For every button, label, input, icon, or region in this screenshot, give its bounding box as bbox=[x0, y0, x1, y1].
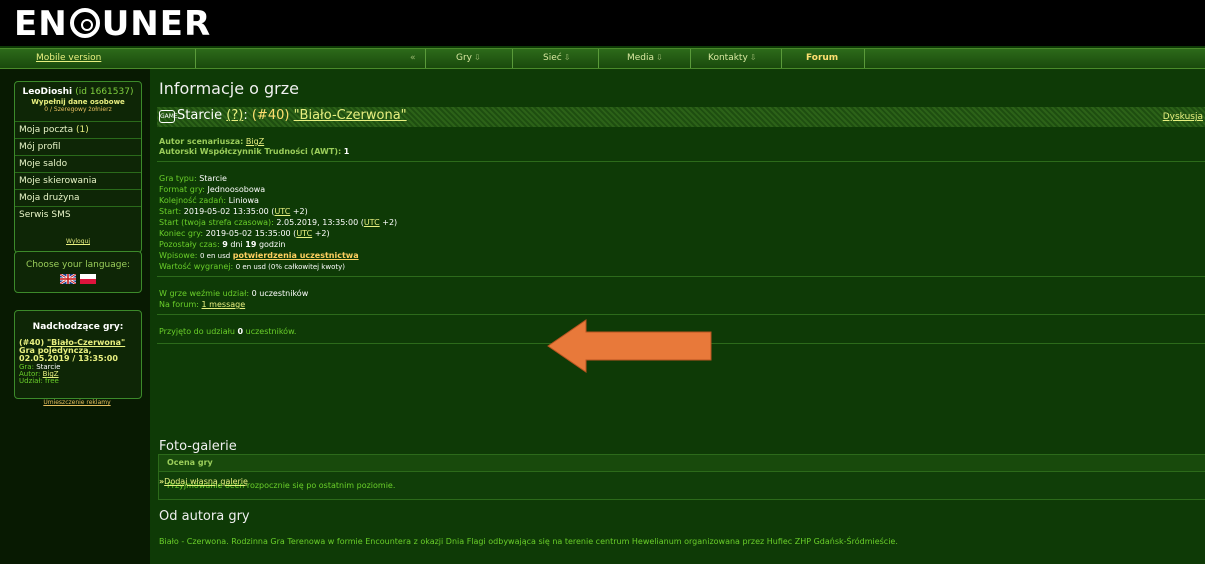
add-gallery-link[interactable]: Dodaj własną galerię bbox=[164, 477, 248, 486]
nav-item-siec[interactable]: Sieć ⇩ bbox=[543, 53, 570, 63]
dropdown-icon: ⇩ bbox=[749, 53, 757, 62]
main-content: Informacje o grze GAME Starcie (?): (#40… bbox=[150, 69, 1205, 564]
annotation-arrow-icon bbox=[547, 319, 712, 373]
utc-link[interactable]: UTC bbox=[364, 218, 380, 227]
nav-separator bbox=[690, 49, 691, 68]
mobile-version-link[interactable]: Mobile version bbox=[36, 53, 101, 63]
divider bbox=[157, 276, 1205, 277]
nav-item-kontakty[interactable]: Kontakty ⇩ bbox=[708, 53, 756, 63]
awt-value: Autorski Współczynnik Trudności (AWT): 1 bbox=[159, 147, 350, 156]
pl-flag-icon[interactable] bbox=[80, 274, 96, 284]
collapse-nav-icon[interactable]: « bbox=[410, 53, 416, 63]
remaining-time: Pozostały czas: 9 dni 19 godzin bbox=[159, 240, 286, 249]
language-label: Choose your language: bbox=[25, 260, 131, 270]
username[interactable]: LeoDioshi (id 1661537) bbox=[15, 87, 141, 97]
dropdown-icon: ⇩ bbox=[563, 53, 571, 62]
sidebar: LeoDioshi (id 1661537) Wypełnij dane oso… bbox=[0, 69, 150, 564]
upcoming-title: Nadchodzące gry: bbox=[32, 322, 124, 332]
page-title: Informacje o grze bbox=[159, 79, 299, 98]
language-panel: Choose your language: bbox=[14, 251, 142, 293]
gallery-title: Foto-galerie bbox=[159, 439, 237, 454]
fill-personal-data-link[interactable]: Wypełnij dane osobowe bbox=[15, 98, 141, 106]
game-title-bar: GAME Starcie (?): (#40) "Biało-Czerwona"… bbox=[157, 107, 1205, 127]
sidebar-item-team[interactable]: Moja drużyna bbox=[15, 189, 141, 205]
forum-messages: Na forum: 1 message bbox=[159, 300, 246, 309]
divider bbox=[157, 314, 1205, 315]
utc-link[interactable]: UTC bbox=[296, 229, 312, 238]
sidebar-item-mail[interactable]: Moja poczta (1) bbox=[15, 121, 141, 137]
accepted-participants: Przyjęto do udziału 0 uczestników. bbox=[159, 327, 297, 336]
forum-message-link[interactable]: 1 message bbox=[202, 300, 246, 309]
upcoming-games-panel: Nadchodzące gry: (#40) "Biało-Czerwona" … bbox=[14, 310, 142, 399]
sidebar-item-referrals[interactable]: Moje skierowania bbox=[15, 172, 141, 188]
game-type: Gra typu: Starcie bbox=[159, 174, 227, 183]
main-navigation: Mobile version « Gry ⇩ Sieć ⇩ Media ⇩ Konta… bbox=[0, 48, 1205, 69]
author-section-title: Od autora gry bbox=[159, 509, 250, 524]
nav-item-gry[interactable]: Gry ⇩ bbox=[456, 53, 481, 63]
nav-separator bbox=[864, 49, 865, 68]
game-type-help-link[interactable]: (?) bbox=[226, 108, 243, 123]
divider bbox=[157, 161, 1205, 162]
uk-flag-icon[interactable] bbox=[60, 274, 76, 284]
sidebar-item-sms[interactable]: Serwis SMS bbox=[15, 206, 141, 222]
logout-link[interactable]: Wyloguj bbox=[15, 238, 141, 245]
participants-count: W grze weźmie udział: 0 uczestników bbox=[159, 289, 309, 298]
target-icon bbox=[69, 8, 100, 38]
start-time: Start: 2019-05-02 13:35:00 (UTC +2) bbox=[159, 207, 308, 216]
rating-panel: Ocena gry Przyjmowanie ocen rozpocznie s… bbox=[158, 454, 1205, 500]
upcoming-game-datetime: 02.05.2019 / 13:35:00 bbox=[19, 354, 118, 363]
nav-separator bbox=[512, 49, 513, 68]
task-order: Kolejność zadań: Liniowa bbox=[159, 196, 259, 205]
dropdown-icon: ⇩ bbox=[656, 53, 663, 62]
nav-separator bbox=[425, 49, 426, 68]
nav-item-forum[interactable]: Forum bbox=[806, 53, 838, 63]
nav-separator bbox=[195, 49, 196, 68]
upcoming-game-fee: Udział: free bbox=[19, 377, 59, 385]
prize-value: Wartość wygranej: 0 en usd (0% całkowite… bbox=[159, 262, 345, 271]
game-icon: GAME bbox=[159, 110, 178, 123]
top-header: EN UNER bbox=[0, 0, 1205, 46]
game-format: Format gry: Jednoosobowa bbox=[159, 185, 266, 194]
advertise-link[interactable]: Umieszczenie reklamy bbox=[14, 399, 140, 406]
sidebar-item-profile[interactable]: Mój profil bbox=[15, 138, 141, 154]
entry-fee: Wpisowe: 0 en usd potwierdzenia uczestni… bbox=[159, 251, 359, 260]
start-local-time: Start (twoja strefa czasowa): 2.05.2019,… bbox=[159, 218, 398, 227]
dropdown-icon: ⇩ bbox=[474, 53, 481, 62]
end-time: Koniec gry: 2019-05-02 15:35:00 (UTC +2) bbox=[159, 229, 330, 238]
nav-separator bbox=[598, 49, 599, 68]
author-description: Biało - Czerwona. Rodzinna Gra Terenowa … bbox=[159, 537, 898, 546]
rating-header: Ocena gry bbox=[159, 455, 1205, 472]
utc-link[interactable]: UTC bbox=[274, 207, 290, 216]
scenario-author-link[interactable]: BigZ bbox=[246, 137, 264, 146]
encounter-logo[interactable]: EN UNER bbox=[14, 4, 211, 44]
participation-confirmation-link[interactable]: potwierdzenia uczestnictwa bbox=[233, 251, 359, 260]
nav-separator bbox=[781, 49, 782, 68]
scenario-author: Autor scenariusza: BigZ bbox=[159, 137, 265, 146]
discussion-link[interactable]: Dyskusja bbox=[1163, 112, 1203, 122]
game-name-link[interactable]: "Biało-Czerwona" bbox=[294, 108, 407, 123]
user-panel: LeoDioshi (id 1661537) Wypełnij dane oso… bbox=[14, 81, 142, 253]
add-gallery: »Dodaj własną galerię bbox=[159, 477, 248, 486]
game-title: Starcie (?): (#40) "Biało-Czerwona" bbox=[177, 108, 407, 123]
user-rank: 0 / Szeregowy żołnierz bbox=[44, 106, 112, 113]
nav-item-media[interactable]: Media ⇩ bbox=[627, 53, 663, 63]
sidebar-item-balance[interactable]: Moje saldo bbox=[15, 155, 141, 171]
